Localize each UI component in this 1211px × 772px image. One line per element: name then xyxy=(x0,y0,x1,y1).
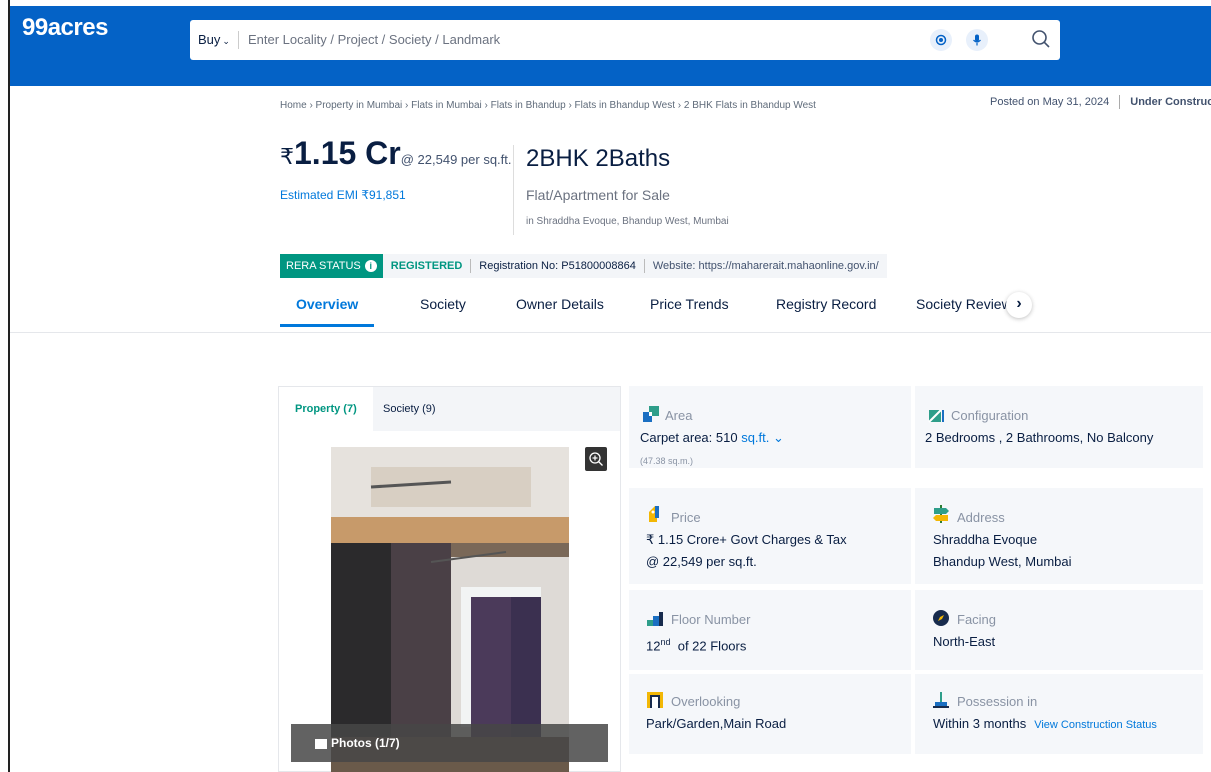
posted-date: Posted on May 31, 2024 xyxy=(990,95,1110,108)
unit-dropdown[interactable]: sq.ft. ⌄ xyxy=(741,430,784,445)
tab-society-reviews[interactable]: Society Reviews xyxy=(916,296,1019,324)
compass-icon xyxy=(931,608,951,628)
header-bar: 99acres Buy ⌄ Enter Locality / Project / … xyxy=(10,6,1211,86)
floor-card: Floor Number 12nd of 22 Floors xyxy=(629,590,911,670)
price-card: Price ₹ 1.15 Crore+ Govt Charges & Tax @… xyxy=(629,488,911,584)
overlooking-value: Park/Garden,Main Road xyxy=(646,716,787,731)
area-value: Carpet area: 510 sq.ft. ⌄ xyxy=(640,428,784,448)
configuration-icon xyxy=(927,404,947,424)
chevron-down-icon: ⌄ xyxy=(222,36,230,46)
registration-number: Registration No: P51800008864 xyxy=(471,260,644,272)
configuration-card: Configuration 2 Bedrooms , 2 Bathrooms, … xyxy=(915,386,1203,468)
rera-status-badge[interactable]: RERA STATUS i xyxy=(280,254,383,278)
floor-value: 12nd of 22 Floors xyxy=(646,632,746,656)
currency-symbol: ₹ xyxy=(280,144,294,169)
divider xyxy=(1119,95,1121,109)
rera-bar: RERA STATUS i REGISTERED Registration No:… xyxy=(280,254,887,278)
price-label: Price xyxy=(671,510,701,525)
price-line-1: ₹ 1.15 Crore+ Govt Charges & Tax xyxy=(646,532,847,547)
posted-info: Posted on May 31, 2024 Under Construction xyxy=(990,95,1211,109)
price-value: 1.15 Cr xyxy=(294,135,401,171)
buy-label: Buy xyxy=(198,32,221,47)
price-line-2: @ 22,549 per sq.ft. xyxy=(646,554,757,569)
tab-registry-record[interactable]: Registry Record xyxy=(776,296,876,324)
divider xyxy=(238,31,239,49)
divider xyxy=(10,332,1211,333)
section-tabs: Overview Society Owner Details Price Tre… xyxy=(280,292,1211,332)
rera-website: Website: https://maharerait.mahaonline.g… xyxy=(652,260,879,272)
facing-card: Facing North-East xyxy=(915,590,1203,670)
tab-society-photos[interactable]: Society (9) xyxy=(367,387,452,431)
microphone-icon[interactable] xyxy=(966,29,988,51)
registration-value: P51800008864 xyxy=(561,260,636,272)
emi-link[interactable]: Estimated EMI ₹91,851 xyxy=(280,188,406,202)
search-box: Buy ⌄ Enter Locality / Project / Society … xyxy=(190,20,1060,60)
price-tag-icon xyxy=(645,504,665,524)
search-input[interactable]: Enter Locality / Project / Society / Lan… xyxy=(248,32,500,47)
location-icon[interactable] xyxy=(930,29,952,51)
unit-label: sq.ft. xyxy=(741,430,770,445)
listing-title: 2BHK 2Baths xyxy=(526,145,671,172)
address-line-1: Shraddha Evoque xyxy=(933,532,1038,547)
buy-dropdown[interactable]: Buy ⌄ xyxy=(198,32,230,47)
breadcrumb[interactable]: Home › Property in Mumbai › Flats in Mum… xyxy=(280,100,816,111)
floor-label: Floor Number xyxy=(671,612,751,627)
chevron-right-icon[interactable]: › xyxy=(1006,292,1032,318)
floor-suffix: nd xyxy=(660,637,671,647)
area-sqm: (47.38 sq.m.) xyxy=(640,456,694,466)
possession-icon xyxy=(931,690,951,710)
property-location: in Shraddha Evoque, Bhandup West, Mumbai xyxy=(526,216,729,227)
tab-overview[interactable]: Overview xyxy=(280,296,375,327)
photos-count-bar[interactable]: Photos (1/7) xyxy=(291,724,608,762)
area-card: Area Carpet area: 510 sq.ft. ⌄ (47.38 sq… xyxy=(629,386,911,468)
gallery-tabs: Property (7) Society (9) xyxy=(279,387,620,431)
floor-total: of 22 Floors xyxy=(677,638,747,654)
possession-label: Possession in xyxy=(957,694,1038,709)
window-icon xyxy=(645,690,665,710)
property-type: Flat/Apartment for Sale xyxy=(526,187,670,203)
area-label: Area xyxy=(665,408,693,423)
rera-status-label: RERA STATUS xyxy=(286,260,361,272)
construction-status: Under Construction xyxy=(1130,95,1211,108)
tab-society[interactable]: Society xyxy=(420,296,466,324)
view-construction-status-link[interactable]: View Construction Status xyxy=(1034,719,1157,731)
possession-value: Within 3 months View Construction Status xyxy=(933,714,1157,735)
floor-icon xyxy=(645,608,665,628)
page: 99acres Buy ⌄ Enter Locality / Project / … xyxy=(8,0,1211,772)
possession-card: Possession in Within 3 months View Constr… xyxy=(915,674,1203,754)
photos-count: Photos (1/7) xyxy=(331,736,400,750)
tab-price-trends[interactable]: Price Trends xyxy=(650,296,729,324)
zoom-icon[interactable] xyxy=(585,447,607,471)
possession-time: Within 3 months xyxy=(933,716,1027,731)
address-card: Address Shraddha Evoque Bhandup West, Mu… xyxy=(915,488,1203,584)
tab-owner-details[interactable]: Owner Details xyxy=(516,296,604,324)
price-per-sqft: @ 22,549 per sq.ft. xyxy=(400,152,512,167)
tab-property-photos[interactable]: Property (7) xyxy=(279,387,373,431)
carpet-area: Carpet area: 510 xyxy=(640,430,738,445)
overlooking-card: Overlooking Park/Garden,Main Road xyxy=(629,674,911,754)
photo-icon xyxy=(315,738,327,749)
logo[interactable]: 99acres xyxy=(22,14,108,42)
overlooking-label: Overlooking xyxy=(671,694,741,709)
photo-gallery: Property (7) Society (9) Photos (1/7) xyxy=(278,386,621,772)
registration-label: Registration No: xyxy=(479,260,559,272)
configuration-label: Configuration xyxy=(951,408,1029,423)
search-icon[interactable] xyxy=(1030,28,1054,52)
facing-value: North-East xyxy=(933,634,996,649)
divider xyxy=(513,145,514,235)
rera-registered: REGISTERED xyxy=(390,260,463,272)
facing-label: Facing xyxy=(957,612,997,627)
price-block: ₹1.15 Cr@ 22,549 per sq.ft. xyxy=(280,135,512,172)
floor-number: 12 xyxy=(646,638,661,654)
address-line-2: Bhandup West, Mumbai xyxy=(933,554,1072,569)
info-icon[interactable]: i xyxy=(364,260,377,272)
signpost-icon xyxy=(931,504,951,524)
area-icon xyxy=(641,404,661,424)
configuration-value: 2 Bedrooms , 2 Bathrooms, No Balcony xyxy=(925,430,1154,445)
address-label: Address xyxy=(957,510,1005,525)
